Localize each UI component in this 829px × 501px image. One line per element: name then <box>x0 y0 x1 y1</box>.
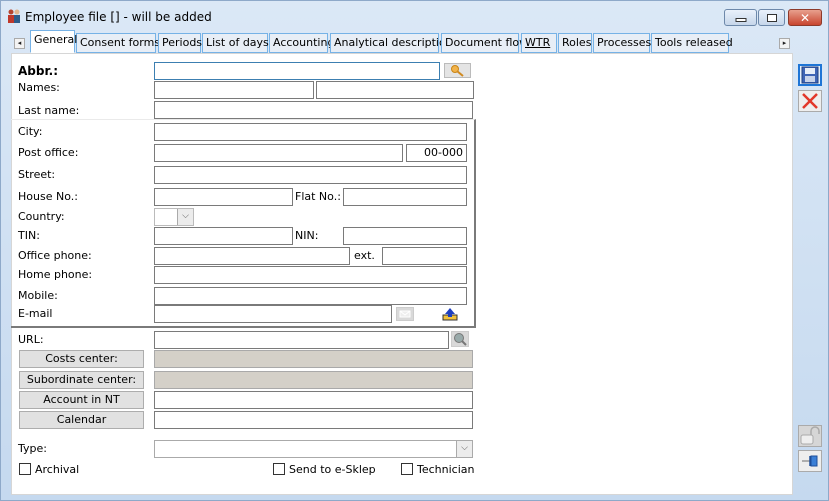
email-label: E-mail <box>18 307 53 320</box>
email-input[interactable] <box>154 305 392 323</box>
tab-general[interactable]: General <box>30 30 77 53</box>
names-label: Names: <box>18 81 60 94</box>
ext-label: ext. <box>354 249 375 262</box>
city-label: City: <box>18 125 43 138</box>
envelope-icon <box>399 310 411 318</box>
technician-checkbox[interactable] <box>401 463 413 475</box>
nin-input[interactable] <box>343 227 467 245</box>
house-no-label: House No.: <box>18 190 78 203</box>
archival-label: Archival <box>35 463 80 476</box>
archival-checkbox[interactable] <box>19 463 31 475</box>
home-phone-label: Home phone: <box>18 268 93 281</box>
unlock-icon <box>800 426 820 445</box>
last-name-label: Last name: <box>18 104 80 117</box>
close-icon: ✕ <box>799 10 811 25</box>
city-input[interactable] <box>154 123 467 141</box>
chevron-down-icon[interactable]: ⌵ <box>456 441 472 457</box>
cancel-icon <box>802 93 818 109</box>
key-icon <box>451 65 464 77</box>
minimize-button[interactable] <box>724 9 757 26</box>
costs-center-button[interactable]: Costs center: <box>19 350 144 368</box>
post-office-input[interactable] <box>154 144 403 162</box>
send-to-eshop-label: Send to e-Sklep <box>289 463 376 476</box>
minimize-icon <box>735 17 746 22</box>
country-select[interactable]: ⌵ <box>154 208 194 226</box>
flat-no-label: Flat No.: <box>295 190 341 203</box>
first-name-input[interactable] <box>154 81 314 99</box>
abbr-input[interactable] <box>154 62 440 80</box>
open-url-button[interactable] <box>451 331 469 347</box>
url-input[interactable] <box>154 331 449 349</box>
tin-input[interactable] <box>154 227 293 245</box>
save-button[interactable] <box>798 64 822 86</box>
calendar-button[interactable]: Calendar <box>19 411 144 429</box>
employee-file-window: Employee file [] - will be added ✕ ◂ Gen… <box>0 0 829 501</box>
generate-abbr-button[interactable] <box>444 63 471 78</box>
tab-accounting[interactable]: Accounting <box>269 33 334 53</box>
subordinate-center-button[interactable]: Subordinate center: <box>19 371 144 389</box>
url-label: URL: <box>18 333 44 346</box>
close-button[interactable]: ✕ <box>788 9 822 26</box>
tab-consent-forms[interactable]: Consent forms <box>76 33 160 53</box>
window-title: Employee file [] - will be added <box>25 10 212 24</box>
country-label: Country: <box>18 210 65 223</box>
lock-button[interactable] <box>798 425 822 447</box>
post-office-label: Post office: <box>18 146 79 159</box>
nin-label: NIN: <box>295 229 319 242</box>
last-name-input[interactable] <box>154 101 473 119</box>
office-phone-label: Office phone: <box>18 249 92 262</box>
home-phone-input[interactable] <box>154 266 467 284</box>
tab-periods[interactable]: Periods <box>158 33 202 53</box>
type-select[interactable]: ⌵ <box>154 440 473 458</box>
nt-account-input[interactable] <box>154 391 473 409</box>
tab-scroll-right-button[interactable]: ▸ <box>779 38 790 49</box>
mobile-label: Mobile: <box>18 289 58 302</box>
tab-processes[interactable]: Processes <box>593 33 651 53</box>
mobile-input[interactable] <box>154 287 467 305</box>
tab-list-of-days[interactable]: List of days <box>202 33 269 53</box>
tab-roles[interactable]: Roles <box>558 33 592 53</box>
upload-icon[interactable] <box>442 307 458 321</box>
tab-scroll-left-button[interactable]: ◂ <box>14 38 25 49</box>
tab-wtr[interactable]: WTR <box>521 33 557 53</box>
street-label: Street: <box>18 168 56 181</box>
send-to-eshop-checkbox[interactable] <box>273 463 285 475</box>
pin-icon <box>802 455 818 467</box>
title-bar: Employee file [] - will be added ✕ <box>1 1 828 31</box>
maximize-icon <box>766 13 777 22</box>
house-no-input[interactable] <box>154 188 293 206</box>
office-phone-input[interactable] <box>154 247 350 265</box>
tab-tools-released[interactable]: Tools released <box>651 33 733 53</box>
save-icon <box>801 66 819 84</box>
calendar-input[interactable] <box>154 411 473 429</box>
costs-center-input <box>154 350 473 368</box>
pin-button[interactable] <box>798 450 822 472</box>
abbr-label: Abbr.: <box>18 64 59 78</box>
postal-code-input[interactable]: 00-000 <box>406 144 467 162</box>
globe-search-icon <box>454 333 467 346</box>
ext-input[interactable] <box>382 247 467 265</box>
chevron-down-icon[interactable]: ⌵ <box>177 209 193 225</box>
street-input[interactable] <box>154 166 467 184</box>
cancel-button[interactable] <box>798 90 822 112</box>
technician-label: Technician <box>417 463 475 476</box>
employee-icon <box>8 9 20 23</box>
flat-no-input[interactable] <box>343 188 467 206</box>
second-name-input[interactable] <box>316 81 474 99</box>
type-label: Type: <box>18 442 47 455</box>
send-email-button[interactable] <box>396 307 414 321</box>
subordinate-center-input <box>154 371 473 389</box>
tin-label: TIN: <box>18 229 40 242</box>
maximize-button[interactable] <box>758 9 785 26</box>
nt-account-button[interactable]: Account in NT domain: <box>19 391 144 422</box>
tab-analytical-description[interactable]: Analytical description <box>330 33 453 53</box>
tab-document-flow[interactable]: Document flow <box>441 33 528 53</box>
